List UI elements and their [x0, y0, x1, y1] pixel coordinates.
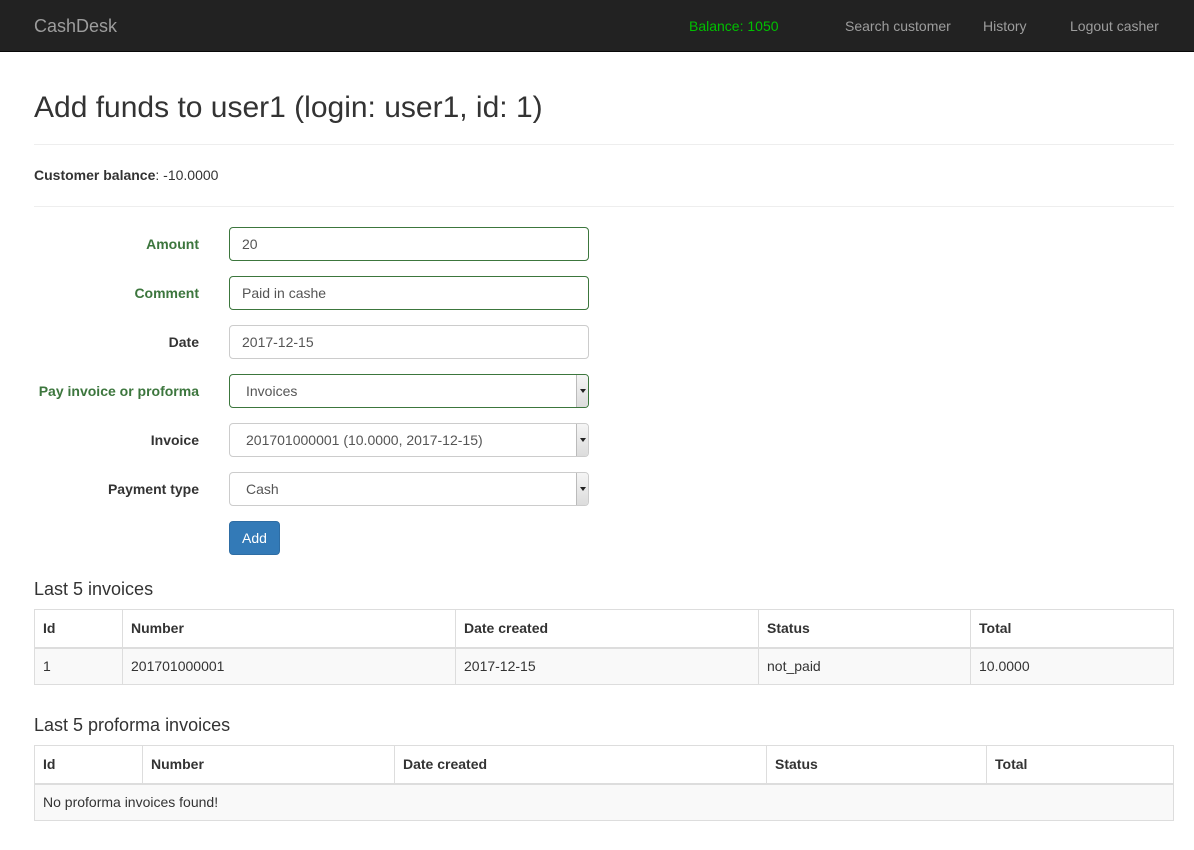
cell-number: 201701000001 [122, 647, 456, 685]
column-header-date-created: Date created [394, 745, 767, 785]
table-header-row: Id Number Date created Status Total [34, 745, 1174, 785]
cell-id: 1 [34, 647, 123, 685]
column-header-number: Number [142, 745, 395, 785]
proforma-section-title: Last 5 proforma invoices [34, 715, 231, 735]
payment-type-row: Payment type Cash [34, 472, 594, 506]
pay-invoice-or-proforma-label: Pay invoice or proforma [38, 383, 199, 399]
comment-row: Comment Paid in cashe [34, 276, 594, 310]
pay-type-row: Pay invoice or proforma Invoices [34, 374, 594, 408]
pay-select-value: Invoices [246, 383, 298, 399]
cell-total: 10.0000 [970, 647, 1174, 685]
table-header-row: Id Number Date created Status Total [34, 609, 1174, 649]
comment-input[interactable]: Paid in cashe [229, 276, 589, 310]
pay-invoice-or-proforma-select[interactable]: Invoices [229, 374, 589, 408]
column-header-id: Id [34, 609, 123, 649]
customer-balance: Customer balance: -10.0000 [34, 166, 218, 184]
invoices-section-title: Last 5 invoices [34, 579, 154, 599]
divider [34, 206, 1174, 207]
table-row: 1 201701000001 2017-12-15 not_paid 10.00… [34, 647, 1174, 685]
invoices-table: Id Number Date created Status Total 1 20… [34, 609, 1174, 685]
invoice-row: Invoice 201701000001 (10.0000, 2017-12-1… [34, 423, 594, 457]
column-header-status: Status [766, 745, 987, 785]
column-header-status: Status [758, 609, 971, 649]
table-row: No proforma invoices found! [34, 783, 1174, 821]
amount-row: Amount 20 [34, 227, 594, 261]
proforma-table: Id Number Date created Status Total No p… [34, 745, 1174, 821]
cell-status: not_paid [758, 647, 971, 685]
amount-label: Amount [146, 236, 199, 252]
invoice-select-value: 201701000001 (10.0000, 2017-12-15) [246, 432, 483, 448]
invoice-select[interactable]: 201701000001 (10.0000, 2017-12-15) [229, 423, 589, 457]
page-title: Add funds to user1 (login: user1, id: 1) [34, 91, 543, 124]
navbar: CashDesk Balance: 1050 Search customer H… [0, 0, 1194, 52]
cell-date-created: 2017-12-15 [455, 647, 759, 685]
column-header-id: Id [34, 745, 143, 785]
date-row: Date 2017-12-15 [34, 325, 594, 359]
customer-balance-label: Customer balance [34, 167, 156, 183]
nav-history[interactable]: History [983, 17, 1027, 35]
dropdown-arrow-icon[interactable] [576, 375, 588, 407]
amount-input[interactable]: 20 [229, 227, 589, 261]
column-header-date-created: Date created [455, 609, 759, 649]
brand-link[interactable]: CashDesk [34, 15, 117, 37]
customer-balance-value: : -10.0000 [155, 167, 219, 183]
nav-search-customer[interactable]: Search customer [845, 17, 951, 35]
divider [34, 144, 1174, 145]
payment-type-select[interactable]: Cash [229, 472, 589, 506]
dropdown-arrow-icon[interactable] [576, 424, 588, 456]
nav-logout[interactable]: Logout casher [1070, 17, 1159, 35]
dropdown-arrow-icon[interactable] [576, 473, 588, 505]
comment-label: Comment [134, 285, 199, 301]
column-header-number: Number [122, 609, 456, 649]
invoice-label: Invoice [150, 432, 199, 448]
cashier-balance: Balance: 1050 [689, 18, 779, 34]
date-input[interactable]: 2017-12-15 [229, 325, 589, 359]
column-header-total: Total [986, 745, 1174, 785]
empty-message: No proforma invoices found! [34, 783, 1174, 821]
column-header-total: Total [970, 609, 1174, 649]
add-button[interactable]: Add [229, 521, 280, 555]
date-label: Date [168, 334, 199, 350]
payment-type-label: Payment type [107, 481, 199, 497]
payment-type-select-value: Cash [246, 481, 279, 497]
